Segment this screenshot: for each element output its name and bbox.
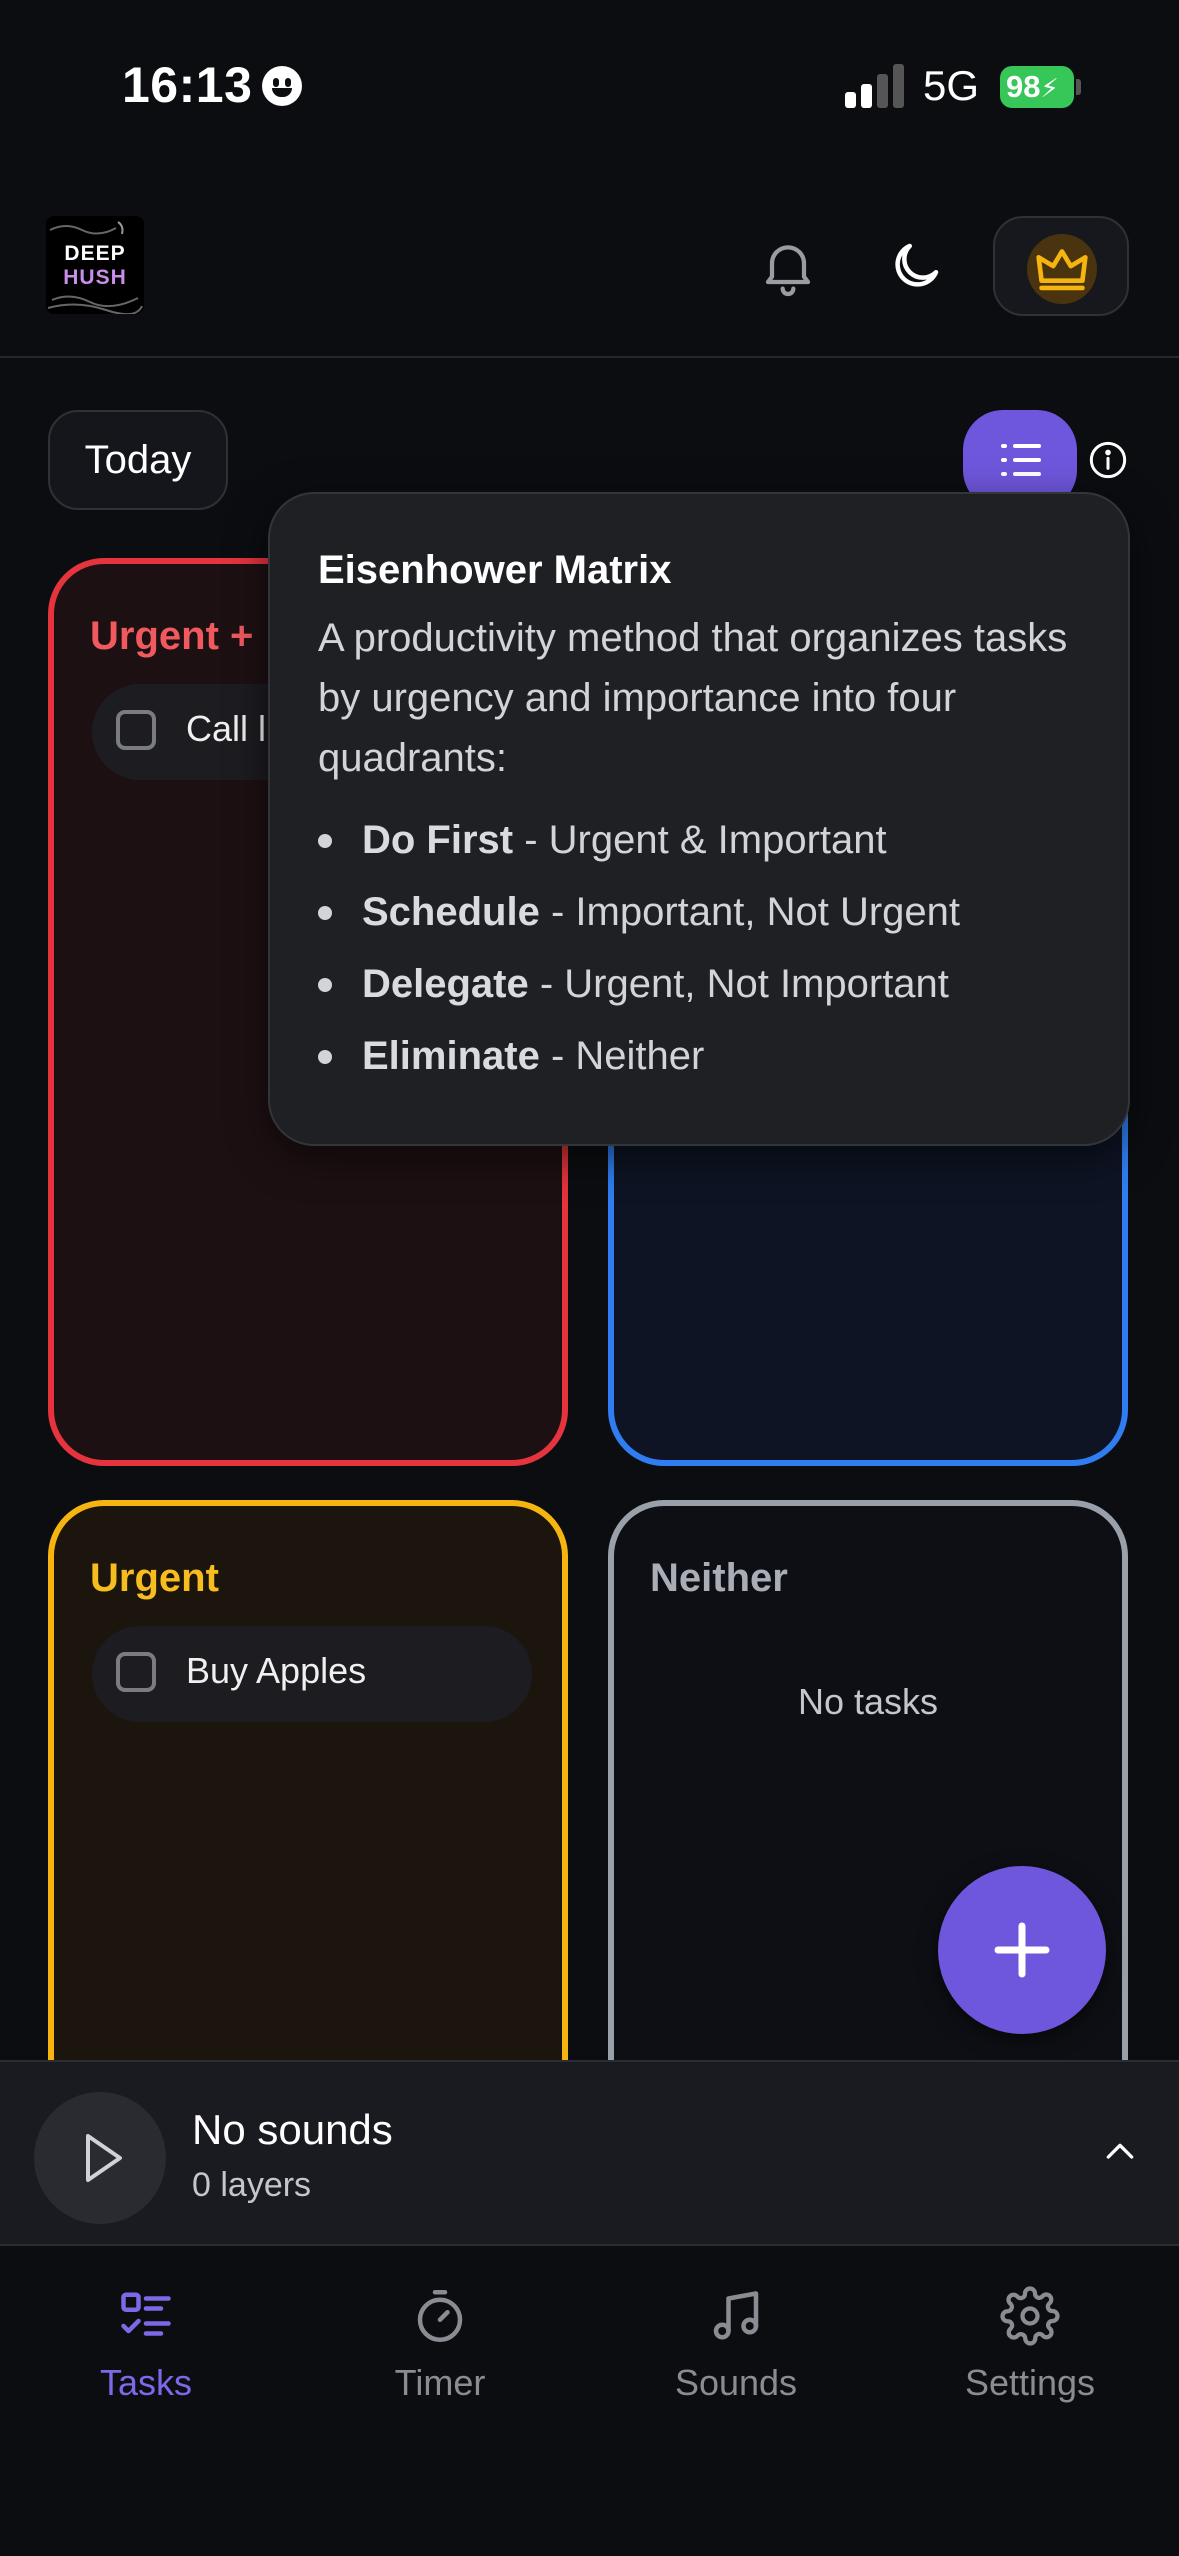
gear-icon [1000, 2286, 1060, 2346]
tab-label: Settings [964, 2362, 1096, 2403]
legend-item: Delegate - Urgent, Not Important [318, 954, 1098, 1026]
tab-label: Tasks [99, 2362, 193, 2403]
legend-desc: - Neither [539, 1034, 705, 1078]
signal-icon [845, 64, 905, 108]
eisenhower-tooltip: Eisenhower Matrix A productivity method … [268, 492, 1130, 1146]
today-filter-button[interactable]: Today [48, 410, 228, 510]
info-icon[interactable] [1088, 440, 1128, 485]
bell-icon[interactable] [756, 234, 820, 303]
premium-button[interactable] [993, 216, 1129, 316]
music-note-icon [713, 2291, 759, 2340]
quadrant-neither[interactable]: Neither No tasks [608, 1500, 1128, 2140]
tab-label: Timer [394, 2362, 486, 2403]
legend-desc: - Urgent & Important [513, 818, 887, 862]
timer-icon [417, 2290, 463, 2342]
tab-settings[interactable]: Settings [910, 2286, 1150, 2404]
legend-label: Eliminate [362, 1034, 540, 1078]
tab-sounds[interactable]: Sounds [616, 2286, 856, 2404]
crown-badge [1027, 234, 1097, 304]
legend-item: Eliminate - Neither [318, 1026, 1098, 1098]
battery-level: 98 [1006, 69, 1041, 104]
task-label: Buy Apples [186, 1650, 367, 1691]
logo-text-hush: HUSH [63, 266, 127, 289]
legend-desc: - Important, Not Urgent [539, 890, 960, 934]
legend-item: Do First - Urgent & Important [318, 810, 1098, 882]
play-icon [86, 2134, 122, 2182]
status-time: 16:13 [122, 57, 253, 113]
chevron-up-icon[interactable] [1100, 2132, 1140, 2172]
quadrant-urgent[interactable]: Urgent Buy Apples [48, 1500, 568, 2140]
add-task-button[interactable] [938, 1866, 1106, 2034]
legend-item: Schedule - Important, Not Urgent [318, 882, 1098, 954]
quadrant-legend-list: Do First - Urgent & Important Schedule -… [318, 810, 1098, 1098]
plus-icon [994, 1922, 1050, 1978]
task-item[interactable]: Buy Apples [92, 1626, 532, 1722]
sound-player-bar[interactable]: No sounds 0 layers [0, 2060, 1179, 2246]
tasks-icon [121, 2292, 171, 2336]
task-checkbox[interactable] [116, 1652, 156, 1692]
quadrant-title: Urgent [90, 1556, 219, 1600]
tab-label: Sounds [674, 2362, 798, 2403]
quadrant-title: Neither [650, 1556, 788, 1600]
battery-tip [1076, 79, 1081, 95]
quadrant-title: Urgent + [90, 614, 254, 658]
tab-tasks[interactable]: Tasks [26, 2286, 266, 2404]
tooltip-title: Eisenhower Matrix [318, 548, 672, 592]
app-logo[interactable]: DEEP HUSH [46, 216, 144, 314]
header-divider [0, 356, 1179, 358]
player-title: No sounds [192, 2106, 393, 2153]
player-subtitle: 0 layers [192, 2166, 312, 2204]
tab-timer[interactable]: Timer [320, 2286, 560, 2404]
network-label: 5G [923, 62, 980, 109]
task-label: Call l [186, 708, 267, 749]
bottom-tab-bar: Tasks Timer Sounds Settings [0, 2246, 1179, 2556]
task-checkbox[interactable] [116, 710, 156, 750]
legend-label: Schedule [362, 890, 540, 934]
legend-desc: - Urgent, Not Important [528, 962, 949, 1006]
legend-label: Do First [362, 818, 514, 862]
battery-indicator: 98⚡ [1000, 66, 1074, 108]
play-button[interactable] [34, 2092, 166, 2224]
tooltip-description: A productivity method that organizes tas… [318, 616, 1068, 780]
crown-icon [1036, 249, 1088, 291]
logo-text-deep: DEEP [64, 242, 126, 265]
empty-state-text: No tasks [797, 1681, 939, 1722]
legend-label: Delegate [362, 962, 529, 1006]
moon-icon[interactable] [886, 236, 946, 301]
smiley-icon [262, 66, 302, 106]
